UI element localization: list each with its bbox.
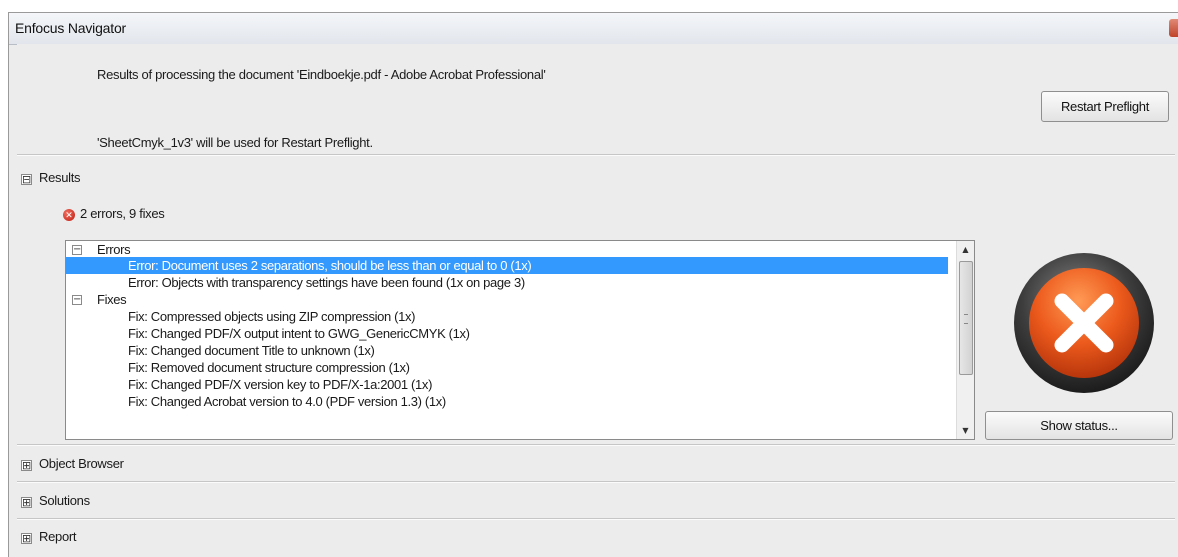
expand-icon[interactable]: ⊞ (21, 460, 32, 471)
tree-item-fix[interactable]: Fix: Removed document structure compress… (66, 359, 946, 376)
close-window-button[interactable] (1169, 19, 1178, 37)
document-info-text: Results of processing the document 'Eind… (97, 67, 546, 82)
summary-text: 2 errors, 9 fixes (80, 206, 165, 221)
collapse-icon[interactable]: − (72, 245, 82, 255)
show-status-button[interactable]: Show status... (985, 411, 1173, 440)
error-icon: ✕ (63, 209, 75, 221)
tree-item-fix[interactable]: Fix: Compressed objects using ZIP compre… (66, 308, 946, 325)
section-label: Solutions (39, 493, 90, 508)
tree-item-label: Fix: Changed PDF/X output intent to GWG_… (128, 326, 470, 341)
restart-preflight-button[interactable]: Restart Preflight (1041, 91, 1169, 122)
divider (17, 444, 1175, 446)
tree-group-errors[interactable]: − Errors (66, 241, 946, 258)
tree-item-label: Fix: Changed Acrobat version to 4.0 (PDF… (128, 394, 446, 409)
profile-info-text: 'SheetCmyk_1v3' will be used for Restart… (97, 135, 373, 150)
scroll-up-icon[interactable]: ▲ (957, 241, 974, 258)
tree-item-error[interactable]: Error: Objects with transparency setting… (66, 274, 946, 291)
tree-group-label: Fixes (97, 292, 127, 307)
grip-icon (964, 314, 968, 324)
tree-item-label: Fix: Changed document Title to unknown (… (128, 343, 375, 358)
error-x-icon (1013, 252, 1155, 394)
window-title: Enfocus Navigator (15, 20, 126, 36)
results-tree-list[interactable]: − Errors Error: Document uses 2 separati… (65, 240, 975, 440)
divider (17, 518, 1175, 520)
header-panel: Results of processing the document 'Eind… (17, 44, 1178, 155)
tree-item-fix[interactable]: Fix: Changed PDF/X version key to PDF/X-… (66, 376, 946, 393)
collapse-icon[interactable]: ⊟ (21, 174, 32, 185)
tree-item-fix[interactable]: Fix: Changed document Title to unknown (… (66, 342, 946, 359)
tree-item-label: Fix: Removed document structure compress… (128, 360, 410, 375)
enfocus-navigator-window: Enfocus Navigator Results of processing … (8, 12, 1178, 557)
title-bar[interactable]: Enfocus Navigator (9, 13, 1178, 45)
tree-item-label: Fix: Changed PDF/X version key to PDF/X-… (128, 377, 433, 392)
divider (17, 481, 1175, 483)
tree-item-fix[interactable]: Fix: Changed Acrobat version to 4.0 (PDF… (66, 393, 946, 410)
section-label: Object Browser (39, 456, 124, 471)
section-label: Report (39, 529, 77, 544)
tree-item-fix[interactable]: Fix: Changed PDF/X output intent to GWG_… (66, 325, 946, 342)
expand-icon[interactable]: ⊞ (21, 533, 32, 544)
scroll-down-icon[interactable]: ▼ (957, 422, 974, 439)
tree-group-fixes[interactable]: − Fixes (66, 291, 946, 308)
tree-item-label: Error: Objects with transparency setting… (128, 275, 525, 290)
tree-group-label: Errors (97, 242, 131, 257)
divider (17, 154, 1175, 156)
tree-item-label: Error: Document uses 2 separations, shou… (128, 258, 532, 273)
scrollbar-thumb[interactable] (959, 261, 973, 375)
vertical-scrollbar[interactable]: ▲ ▼ (956, 241, 974, 439)
section-label: Results (39, 170, 81, 185)
collapse-icon[interactable]: − (72, 295, 82, 305)
expand-icon[interactable]: ⊞ (21, 497, 32, 508)
tree-item-error[interactable]: Error: Document uses 2 separations, shou… (66, 257, 948, 274)
tree-item-label: Fix: Compressed objects using ZIP compre… (128, 309, 416, 324)
error-x-icon-graphic (1014, 253, 1154, 393)
